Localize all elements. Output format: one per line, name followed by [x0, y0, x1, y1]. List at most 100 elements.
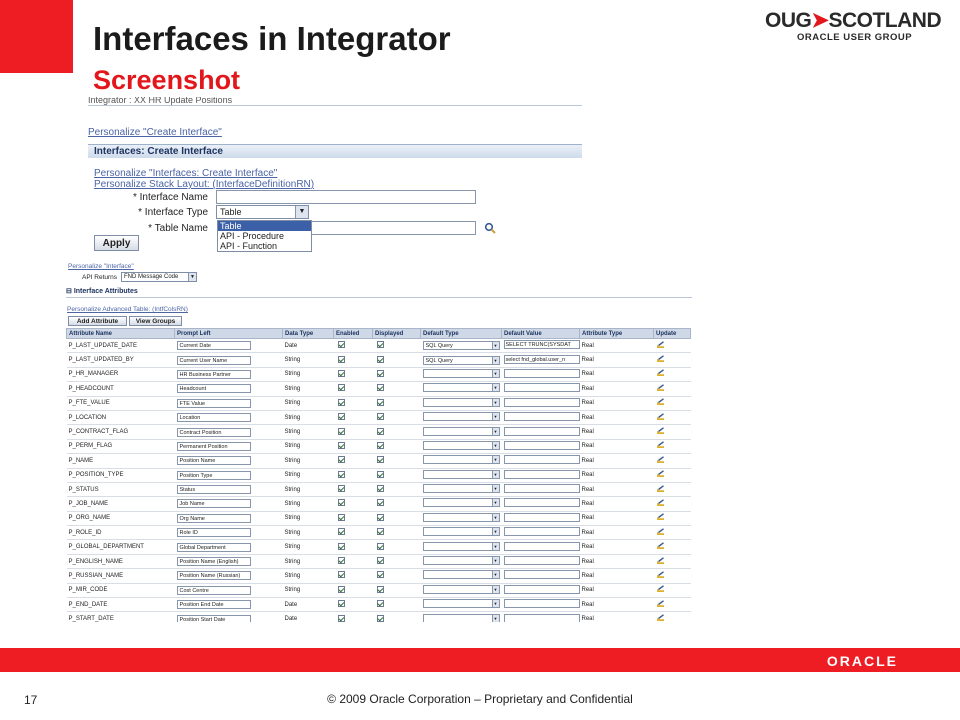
- displayed-checkbox[interactable]: [376, 427, 384, 435]
- prompt-left-input[interactable]: Contract Position: [176, 427, 251, 437]
- displayed-checkbox[interactable]: [376, 470, 384, 478]
- default-value-input[interactable]: [503, 541, 580, 551]
- displayed-checkbox[interactable]: [376, 413, 384, 421]
- default-type-select[interactable]: ▼: [422, 584, 500, 594]
- enabled-checkbox[interactable]: [337, 470, 345, 478]
- displayed-checkbox[interactable]: [376, 614, 384, 622]
- pencil-edit-icon[interactable]: [656, 384, 666, 392]
- default-value-input[interactable]: SELECT TRUNC(SYSDAT: [503, 340, 580, 350]
- displayed-checkbox[interactable]: [376, 384, 384, 392]
- view-groups-button[interactable]: View Groups: [129, 316, 182, 326]
- personalize-stack-link[interactable]: Personalize Stack Layout: (InterfaceDefi…: [94, 179, 314, 190]
- personalize-table-link[interactable]: Personalize Advanced Table: (IntfColsRN): [67, 306, 188, 313]
- default-type-select[interactable]: ▼: [422, 469, 500, 479]
- pencil-edit-icon[interactable]: [656, 398, 666, 406]
- displayed-checkbox[interactable]: [376, 542, 384, 550]
- col-default-type[interactable]: Default Type: [420, 328, 502, 339]
- col-data-type[interactable]: Data Type: [282, 328, 334, 339]
- api-returns-select[interactable]: FND Message Code ▼: [121, 272, 197, 282]
- prompt-left-input[interactable]: Role ID: [176, 528, 251, 538]
- table-name-input[interactable]: [310, 221, 476, 235]
- prompt-left-input[interactable]: Headcount: [176, 384, 251, 394]
- prompt-left-input[interactable]: Job Name: [176, 499, 251, 509]
- pencil-edit-icon[interactable]: [656, 470, 666, 478]
- prompt-left-input[interactable]: Status: [176, 485, 251, 495]
- enabled-checkbox[interactable]: [337, 355, 345, 363]
- default-value-input[interactable]: [503, 484, 580, 494]
- default-type-select[interactable]: ▼: [422, 455, 500, 465]
- col-enabled[interactable]: Enabled: [333, 328, 373, 339]
- displayed-checkbox[interactable]: [376, 499, 384, 507]
- pencil-edit-icon[interactable]: [656, 499, 666, 507]
- pencil-edit-icon[interactable]: [656, 456, 666, 464]
- prompt-left-input[interactable]: Position End Date: [176, 600, 251, 610]
- prompt-left-input[interactable]: Position Name (Russian): [176, 571, 251, 581]
- prompt-left-input[interactable]: Current User Name: [176, 355, 251, 365]
- enabled-checkbox[interactable]: [337, 456, 345, 464]
- col-prompt-left[interactable]: Prompt Left: [174, 328, 283, 339]
- displayed-checkbox[interactable]: [376, 485, 384, 493]
- default-type-select[interactable]: ▼: [422, 383, 500, 393]
- enabled-checkbox[interactable]: [337, 427, 345, 435]
- enabled-checkbox[interactable]: [337, 614, 345, 622]
- interface-type-select[interactable]: Table ▼: [216, 205, 309, 219]
- col-attribute-name[interactable]: Attribute Name: [66, 328, 175, 339]
- default-value-input[interactable]: [503, 368, 580, 378]
- displayed-checkbox[interactable]: [376, 528, 384, 536]
- col-attribute-type[interactable]: Attribute Type: [579, 328, 654, 339]
- pencil-edit-icon[interactable]: [656, 355, 666, 363]
- default-value-input[interactable]: [503, 556, 580, 566]
- enabled-checkbox[interactable]: [337, 557, 345, 565]
- default-type-select[interactable]: ▼: [422, 599, 500, 609]
- enabled-checkbox[interactable]: [337, 384, 345, 392]
- personalize-region-link[interactable]: Personalize "Interfaces: Create Interfac…: [94, 168, 277, 179]
- pencil-edit-icon[interactable]: [656, 412, 666, 421]
- default-value-input[interactable]: [503, 527, 580, 537]
- default-value-input[interactable]: [503, 426, 580, 436]
- prompt-left-input[interactable]: FTE Value: [176, 398, 251, 408]
- enabled-checkbox[interactable]: [337, 528, 345, 536]
- option-api-procedure[interactable]: API - Procedure: [218, 231, 311, 241]
- displayed-checkbox[interactable]: [376, 513, 384, 521]
- prompt-left-input[interactable]: Position Name: [176, 456, 251, 466]
- displayed-checkbox[interactable]: [376, 571, 384, 579]
- default-value-input[interactable]: [503, 613, 580, 622]
- default-type-select[interactable]: ▼: [422, 426, 500, 436]
- default-value-input[interactable]: [503, 469, 580, 479]
- prompt-left-input[interactable]: Current Date: [176, 341, 251, 351]
- add-attribute-button[interactable]: Add Attribute: [68, 316, 127, 326]
- enabled-checkbox[interactable]: [337, 513, 345, 521]
- prompt-left-input[interactable]: Position Type: [176, 470, 251, 480]
- default-value-input[interactable]: [503, 412, 580, 422]
- displayed-checkbox[interactable]: [376, 355, 384, 363]
- default-value-input[interactable]: [503, 383, 580, 393]
- enabled-checkbox[interactable]: [337, 600, 345, 608]
- default-value-input[interactable]: [503, 512, 580, 522]
- enabled-checkbox[interactable]: [337, 571, 345, 579]
- pencil-edit-icon[interactable]: [656, 542, 666, 550]
- default-type-select[interactable]: ▼: [422, 570, 500, 580]
- default-value-input[interactable]: [503, 397, 580, 407]
- default-value-input[interactable]: [503, 440, 580, 450]
- prompt-left-input[interactable]: Cost Centre: [176, 585, 251, 595]
- enabled-checkbox[interactable]: [337, 585, 345, 593]
- default-type-select[interactable]: ▼: [422, 484, 500, 494]
- enabled-checkbox[interactable]: [337, 369, 345, 377]
- prompt-left-input[interactable]: Location: [176, 413, 251, 423]
- prompt-left-input[interactable]: Org Name: [176, 513, 251, 523]
- pencil-edit-icon[interactable]: [656, 441, 666, 449]
- default-type-select[interactable]: SQL Query ▼: [422, 341, 500, 351]
- search-icon[interactable]: [484, 222, 496, 234]
- prompt-left-input[interactable]: Permanent Position: [176, 441, 251, 451]
- enabled-checkbox[interactable]: [337, 499, 345, 507]
- pencil-edit-icon[interactable]: [656, 484, 666, 493]
- displayed-checkbox[interactable]: [376, 369, 384, 377]
- pencil-edit-icon[interactable]: [656, 528, 666, 536]
- enabled-checkbox[interactable]: [337, 341, 345, 349]
- default-value-input[interactable]: [503, 570, 580, 580]
- displayed-checkbox[interactable]: [376, 600, 384, 608]
- prompt-left-input[interactable]: HR Business Partner: [176, 369, 251, 379]
- prompt-left-input[interactable]: Global Department: [176, 542, 251, 552]
- default-type-select[interactable]: ▼: [422, 613, 500, 622]
- col-default-value[interactable]: Default Value: [501, 328, 580, 339]
